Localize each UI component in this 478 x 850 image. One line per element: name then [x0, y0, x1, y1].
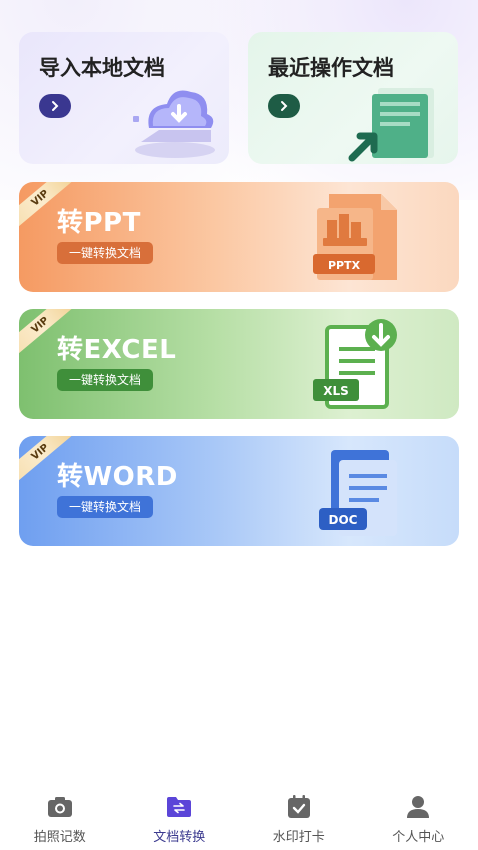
xls-file-icon: XLS: [313, 319, 397, 409]
pptx-file-icon: PPTX: [313, 194, 397, 280]
convert-ppt-title: 转PPT: [57, 208, 141, 238]
xls-tag: XLS: [323, 384, 349, 398]
tab-label: 文档转换: [153, 830, 206, 845]
bottom-tab-bar: 拍照记数 文档转换 水印打卡 个人中心: [0, 786, 478, 850]
convert-ppt-card[interactable]: VIP 转PPT 一键转换文档 PPTX: [19, 182, 459, 292]
recent-documents-label: 最近操作文档: [268, 56, 394, 80]
recent-documents-card[interactable]: 最近操作文档: [248, 32, 458, 164]
import-local-document-card[interactable]: 导入本地文档: [19, 32, 229, 164]
tab-label: 水印打卡: [272, 830, 325, 845]
tab-watermark-checkin[interactable]: 水印打卡: [239, 786, 359, 850]
doc-file-icon: DOC: [319, 450, 397, 536]
chevron-right-icon: [281, 101, 288, 111]
cloud-upload-icon: [133, 90, 215, 158]
convert-word-subtitle: 一键转换文档: [57, 496, 154, 518]
chevron-right-icon: [52, 101, 59, 111]
folder-convert-icon: [166, 794, 192, 820]
user-icon: [405, 794, 431, 820]
convert-excel-subtitle: 一键转换文档: [57, 369, 154, 391]
convert-word-card[interactable]: VIP 转WORD 一键转换文档 DOC: [19, 436, 459, 546]
tab-profile[interactable]: 个人中心: [359, 786, 478, 850]
calendar-check-icon: [286, 794, 312, 820]
tab-document-convert[interactable]: 文档转换: [120, 786, 240, 850]
tab-photo-count[interactable]: 拍照记数: [0, 786, 120, 850]
doc-tag: DOC: [329, 513, 358, 527]
convert-word-title: 转WORD: [57, 462, 178, 492]
convert-excel-card[interactable]: VIP 转EXCEL 一键转换文档 XLS: [19, 309, 459, 419]
convert-ppt-subtitle: 一键转换文档: [57, 242, 154, 264]
recent-arrow-button[interactable]: [268, 94, 300, 118]
pptx-tag: PPTX: [328, 259, 361, 272]
tab-label: 个人中心: [392, 830, 445, 845]
camera-icon: [47, 794, 73, 820]
documents-stack-icon: [348, 88, 434, 162]
tab-label: 拍照记数: [33, 830, 86, 845]
convert-excel-title: 转EXCEL: [57, 335, 177, 365]
import-arrow-button[interactable]: [39, 94, 71, 118]
